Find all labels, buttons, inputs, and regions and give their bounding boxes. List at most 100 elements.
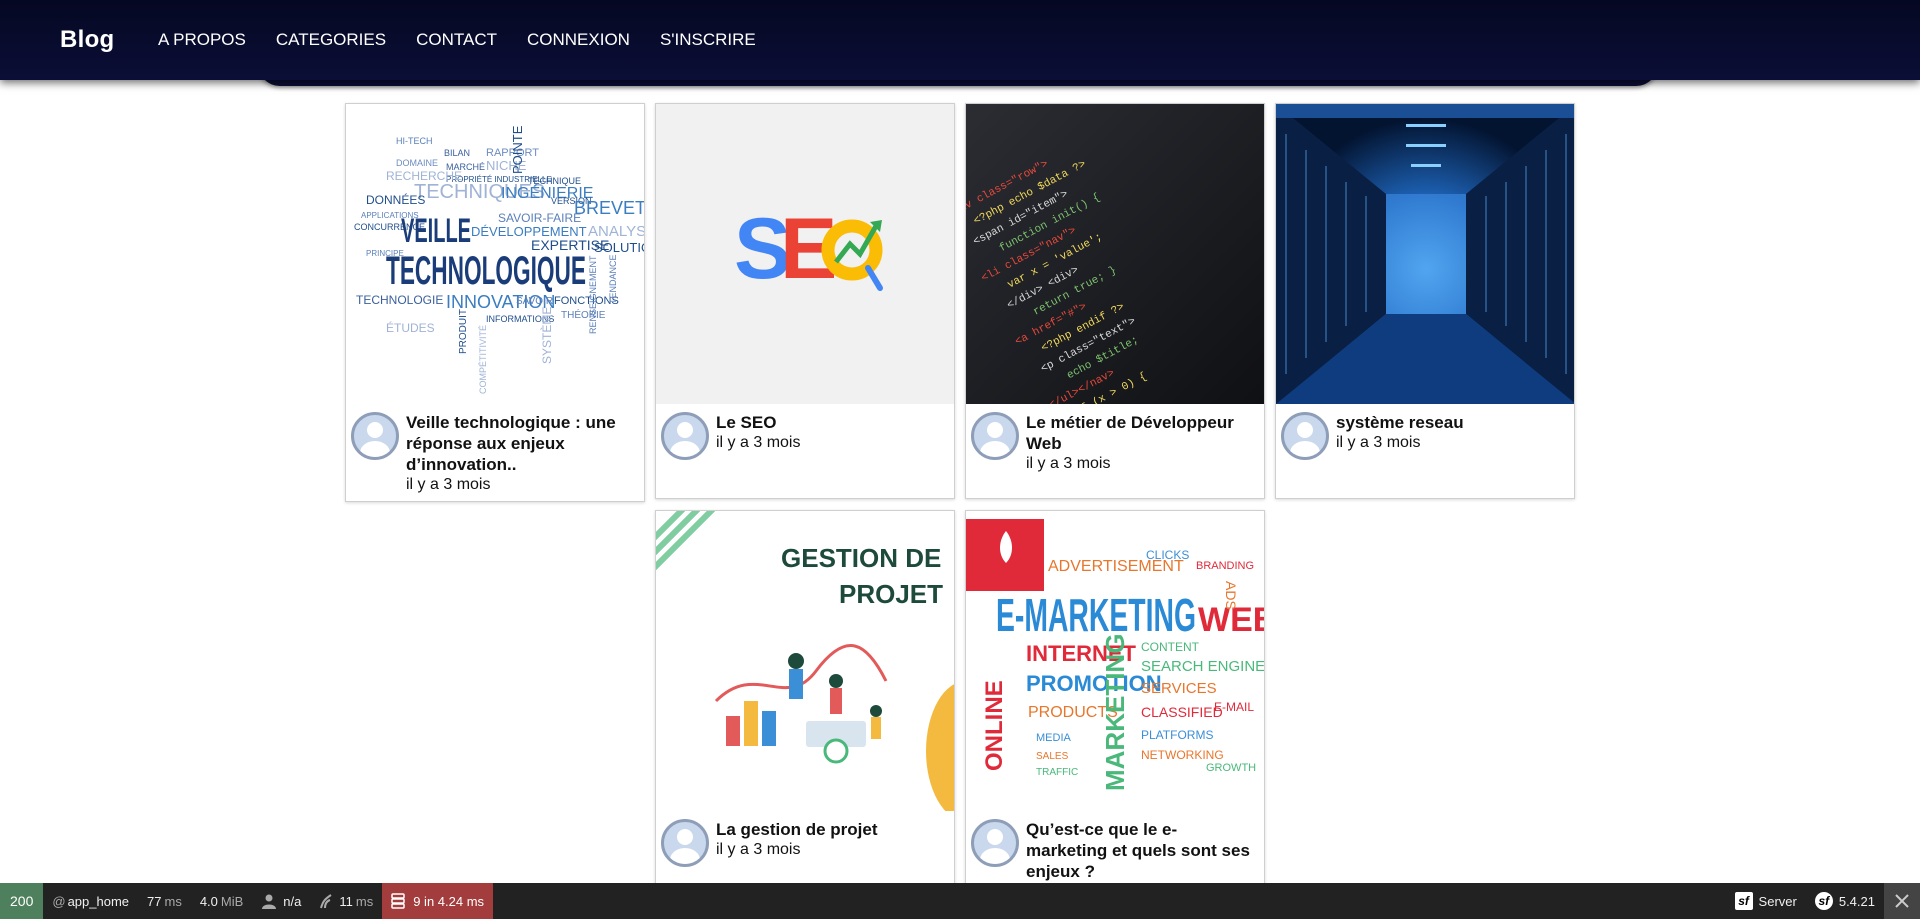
article-title[interactable]: Le métier de Développeur Web [1026,412,1256,454]
user-icon [670,829,700,864]
svg-text:THÉORIE: THÉORIE [561,308,606,321]
svg-text:DONNÉES: DONNÉES [366,192,425,207]
svg-text:GROWTH: GROWTH [1206,762,1256,774]
article-card[interactable]: GESTION DE PROJET La gestion de projet i… [655,510,955,902]
svg-text:MARKETING: MARKETING [1100,634,1130,791]
twig-info[interactable]: 11 ms [310,883,382,919]
user-icon [1290,422,1320,457]
close-icon [1895,894,1909,908]
article-date: il y a 3 mois [716,841,801,858]
avatar [1281,412,1329,460]
database-info[interactable]: 9 in 4.24 ms [382,883,494,919]
symfony-logo-icon: sf [1814,892,1833,910]
article-date: il y a 3 mois [406,476,491,493]
user-value: n/a [283,893,302,909]
nav-link-inscrire[interactable]: S'INSCRIRE [660,30,756,50]
article-title[interactable]: Le SEO [716,412,946,433]
server-info[interactable]: sf Server [1726,883,1806,919]
svg-text:PRODUIT: PRODUIT [458,309,469,354]
article-image[interactable]: <div class="row"> <?php echo $data ?> <s… [966,104,1264,404]
memory-info[interactable]: 4.0 MiB [191,883,252,919]
svg-text:TECHNOLOGIQUE: TECHNOLOGIQUE [386,249,586,293]
svg-text:BILAN: BILAN [444,148,470,158]
route-info[interactable]: @ app_home [43,883,138,919]
svg-text:SALES: SALES [1036,751,1069,762]
nav-link-a-propos[interactable]: A PROPOS [158,30,246,50]
nav-link-contact[interactable]: CONTACT [416,30,497,50]
article-date: il y a 3 mois [1336,434,1421,451]
svg-text:SAVOIR-FAIRE: SAVOIR-FAIRE [498,211,581,225]
article-card[interactable]: système reseau il y a 3 mois [1275,103,1575,499]
article-card[interactable]: ADVERTISEMENT CLICKS BRANDING E-MARKETIN… [965,510,1265,902]
article-image[interactable]: GESTION DE PROJET [656,511,954,811]
close-toolbar-button[interactable] [1884,883,1920,919]
avatar [971,819,1019,867]
svg-text:CLICKS: CLICKS [1146,548,1189,562]
memory-unit: MiB [220,893,244,909]
article-image[interactable]: ADVERTISEMENT CLICKS BRANDING E-MARKETIN… [966,511,1264,811]
user-icon [980,829,1010,864]
database-icon [391,893,405,909]
svg-text:ÉTUDES: ÉTUDES [386,320,435,335]
svg-text:BREVET: BREVET [574,198,645,218]
article-title[interactable]: Qu’est-ce que le e-marketing et quels so… [1026,819,1256,882]
nav-link-connexion[interactable]: CONNEXION [527,30,630,50]
article-title[interactable]: Veille technologique : une réponse aux e… [406,412,636,475]
svg-text:TRAFFIC: TRAFFIC [1036,767,1078,778]
svg-text:E-MARKETING: E-MARKETING [996,589,1196,641]
svg-text:TECHNOLOGIE: TECHNOLOGIE [356,293,443,307]
navbar: Blog A PROPOS CATEGORIES CONTACT CONNEXI… [0,0,1920,80]
svg-text:MEDIA: MEDIA [1036,732,1072,744]
svg-text:POINTE: POINTE [510,125,525,174]
article-meta: système reseau il y a 3 mois [1276,404,1574,498]
svg-text:SAVOIR: SAVOIR [516,296,553,307]
avatar [661,412,709,460]
user-icon [670,422,700,457]
at-icon: @ [52,893,66,909]
svg-text:BRANDING: BRANDING [1196,560,1254,572]
article-title[interactable]: système reseau [1336,412,1566,433]
svg-text:ONLINE: ONLINE [981,680,1008,771]
user-info[interactable]: n/a [252,883,310,919]
article-card[interactable]: HI-TECH BILAN RAPPORT DOMAINE MARCHÉ NIC… [345,103,645,502]
article-meta: Le SEO il y a 3 mois [656,404,954,498]
article-image[interactable] [1276,104,1574,404]
svg-text:ADS: ADS [1223,581,1239,610]
twig-value: 11 [339,893,353,909]
route-name: app_home [67,893,130,909]
avatar [351,412,399,460]
article-title[interactable]: La gestion de projet [716,819,946,840]
article-card[interactable]: S E Le SEO il y a 3 mois [655,103,955,499]
nav-link-categories[interactable]: CATEGORIES [276,30,386,50]
avatar [661,819,709,867]
image-title-2: PROJET [839,579,943,609]
svg-text:SYSTÈME: SYSTÈME [539,307,554,364]
status-code[interactable]: 200 [0,883,44,919]
user-icon [980,422,1010,457]
article-meta: Veille technologique : une réponse aux e… [346,404,644,501]
svg-text:COMPÉTITIVITÉ: COMPÉTITIVITÉ [478,325,488,394]
article-date: il y a 3 mois [1026,455,1111,472]
nav-links: A PROPOS CATEGORIES CONTACT CONNEXION S'… [158,30,786,50]
server-label: Server [1758,893,1797,909]
svg-text:TENDANCE: TENDANCE [608,254,618,304]
version-info[interactable]: sf 5.4.21 [1806,883,1884,919]
memory-value: 4.0 [199,893,218,909]
time-value: 77 [147,893,162,909]
svg-text:CLASSIFIED: CLASSIFIED [1141,704,1223,720]
brand-link[interactable]: Blog [60,26,115,54]
time-info[interactable]: 77 ms [138,883,191,919]
debug-right: sf Server sf 5.4.21 [1726,883,1920,919]
image-title-1: GESTION DE [781,543,941,573]
database-value: 9 in 4.24 ms [413,893,485,909]
debug-toolbar: 200 @ app_home 77 ms 4.0 MiB n/a 11 ms 9… [0,883,1920,919]
user-icon [360,422,390,457]
time-unit: ms [164,893,182,909]
svg-text:SOLUTION: SOLUTION [594,240,645,255]
article-card[interactable]: <div class="row"> <?php echo $data ?> <s… [965,103,1265,499]
svg-text:SERVICES: SERVICES [1141,680,1217,697]
article-image[interactable]: HI-TECH BILAN RAPPORT DOMAINE MARCHÉ NIC… [346,104,645,404]
article-image[interactable]: S E [656,104,954,404]
version-value: 5.4.21 [1838,893,1875,909]
symfony-icon: sf [1734,892,1753,910]
